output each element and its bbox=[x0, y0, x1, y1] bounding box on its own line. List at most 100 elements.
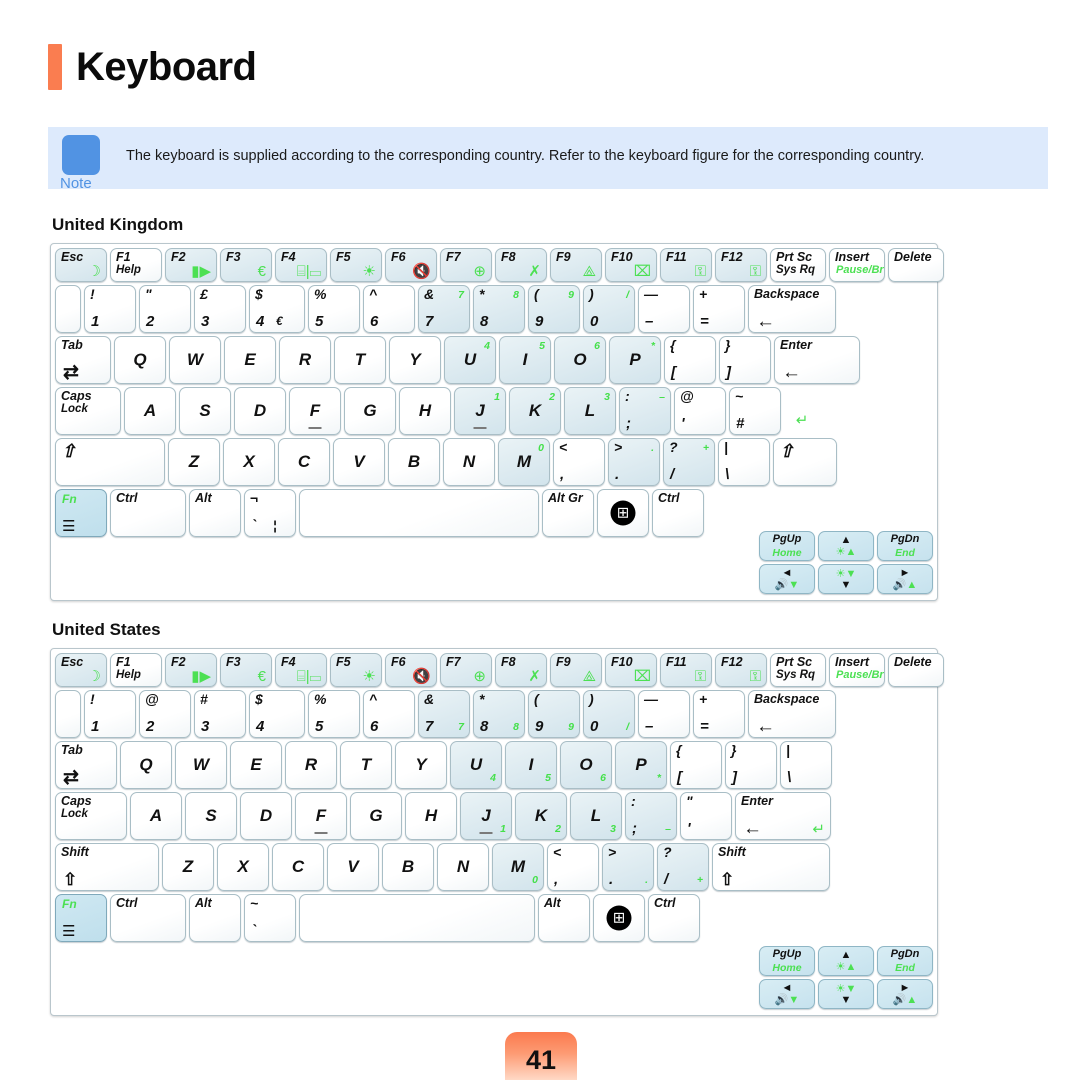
key-f1[interactable]: F1 Help bbox=[110, 248, 162, 282]
key-t[interactable]: T bbox=[334, 336, 386, 384]
key--[interactable]: | \ bbox=[780, 741, 832, 789]
key-space[interactable] bbox=[299, 894, 535, 942]
key-c[interactable]: C bbox=[272, 843, 324, 891]
key-f12[interactable]: F12 ⚿ bbox=[715, 248, 767, 282]
key-u[interactable]: U4 bbox=[444, 336, 496, 384]
key-q[interactable]: Q bbox=[114, 336, 166, 384]
key-insert[interactable]: Insert Pause/Brk bbox=[829, 653, 885, 687]
key-f8[interactable]: F8 ✗ bbox=[495, 248, 547, 282]
key-fn[interactable]: Fn ☰ bbox=[55, 894, 107, 942]
key-f4[interactable]: F4 ⌸|▭ bbox=[275, 653, 327, 687]
key-windows[interactable]: ⊞ bbox=[597, 489, 649, 537]
key-blank[interactable] bbox=[55, 285, 81, 333]
key--[interactable]: " ' bbox=[680, 792, 732, 840]
key-x[interactable]: X bbox=[217, 843, 269, 891]
key-f1[interactable]: F1 Help bbox=[110, 653, 162, 687]
key-f[interactable]: F bbox=[295, 792, 347, 840]
key-z[interactable]: Z bbox=[162, 843, 214, 891]
key--[interactable]: @ ' bbox=[674, 387, 726, 435]
key-f3[interactable]: F3 € bbox=[220, 653, 272, 687]
key-backspace[interactable]: Backspace ← bbox=[748, 285, 836, 333]
key--[interactable]: >.. bbox=[602, 843, 654, 891]
key--[interactable]: @2 bbox=[139, 690, 191, 738]
key--[interactable]: * 8 8 bbox=[473, 690, 525, 738]
key-insert[interactable]: Insert Pause/Brk bbox=[829, 248, 885, 282]
key-d[interactable]: D bbox=[240, 792, 292, 840]
key-a[interactable]: A bbox=[130, 792, 182, 840]
key-g[interactable]: G bbox=[350, 792, 402, 840]
key--[interactable]: ! 1 bbox=[84, 690, 136, 738]
key-u[interactable]: U4 bbox=[450, 741, 502, 789]
key-alt[interactable]: Alt bbox=[189, 489, 241, 537]
key-f2[interactable]: F2 ▮▶ bbox=[165, 653, 217, 687]
key-q[interactable]: Q bbox=[120, 741, 172, 789]
key--[interactable]: ¬ ` ¦ bbox=[244, 489, 296, 537]
key-f9[interactable]: F9 ⟁ bbox=[550, 653, 602, 687]
key-f2[interactable]: F2 ▮▶ bbox=[165, 248, 217, 282]
key--[interactable]: ? / + bbox=[657, 843, 709, 891]
key--[interactable]: — – bbox=[638, 690, 690, 738]
key--[interactable]: " 2 bbox=[139, 285, 191, 333]
key-i[interactable]: I5 bbox=[499, 336, 551, 384]
key-ctrl[interactable]: Ctrl bbox=[110, 894, 186, 942]
key-f10[interactable]: F10 ⌧ bbox=[605, 248, 657, 282]
key-blank[interactable] bbox=[55, 690, 81, 738]
key-m[interactable]: M0 bbox=[492, 843, 544, 891]
key-o[interactable]: O6 bbox=[554, 336, 606, 384]
key--[interactable]: £3 bbox=[194, 285, 246, 333]
key--[interactable]: (9 9 bbox=[528, 690, 580, 738]
key-o[interactable]: O6 bbox=[560, 741, 612, 789]
key-b[interactable]: B bbox=[382, 843, 434, 891]
key--[interactable]: >.. bbox=[608, 438, 660, 486]
key--[interactable]: <, bbox=[553, 438, 605, 486]
key-i[interactable]: I5 bbox=[505, 741, 557, 789]
key-p[interactable]: P * bbox=[615, 741, 667, 789]
key--[interactable]: (9 9 bbox=[528, 285, 580, 333]
key-y[interactable]: Y bbox=[395, 741, 447, 789]
key-j[interactable]: J1 bbox=[460, 792, 512, 840]
key-backspace[interactable]: Backspace ← bbox=[748, 690, 836, 738]
key--[interactable]: <, bbox=[547, 843, 599, 891]
nav-key-pgup[interactable]: PgUp Home bbox=[759, 946, 815, 976]
key-s[interactable]: S bbox=[185, 792, 237, 840]
key--[interactable]: ^ 6 bbox=[363, 690, 415, 738]
key--[interactable]: * 8 8 bbox=[473, 285, 525, 333]
nav-key-arrow-1[interactable]: ▲ ☀▲ bbox=[818, 946, 874, 976]
key-l[interactable]: L3 bbox=[564, 387, 616, 435]
key-h[interactable]: H bbox=[399, 387, 451, 435]
key-delete[interactable]: Delete bbox=[888, 248, 944, 282]
key-x[interactable]: X bbox=[223, 438, 275, 486]
key--[interactable]: — – bbox=[638, 285, 690, 333]
key-esc[interactable]: Esc ☽ bbox=[55, 653, 107, 687]
key-t[interactable]: T bbox=[340, 741, 392, 789]
key-alt-gr[interactable]: Alt Gr bbox=[542, 489, 594, 537]
key-tab[interactable]: Tab ⇄ bbox=[55, 336, 111, 384]
key-caps[interactable]: Lock Caps bbox=[55, 387, 121, 435]
key-alt[interactable]: Alt bbox=[538, 894, 590, 942]
key-n[interactable]: N bbox=[437, 843, 489, 891]
key--[interactable]: ) 0 / bbox=[583, 285, 635, 333]
key-k[interactable]: K2 bbox=[509, 387, 561, 435]
key--[interactable]: :; – bbox=[625, 792, 677, 840]
key-f11[interactable]: F11 ⚿ bbox=[660, 248, 712, 282]
key-v[interactable]: V bbox=[333, 438, 385, 486]
key-z[interactable]: Z bbox=[168, 438, 220, 486]
key-shift[interactable]: ⇧ bbox=[773, 438, 837, 486]
key-f12[interactable]: F12 ⚿ bbox=[715, 653, 767, 687]
key--[interactable]: #3 bbox=[194, 690, 246, 738]
nav-key-arrow-4[interactable]: ☀▼ ▼ bbox=[818, 979, 874, 1009]
key-f5[interactable]: F5 ☀ bbox=[330, 248, 382, 282]
key-alt[interactable]: Alt bbox=[189, 894, 241, 942]
nav-key-arrow-1[interactable]: ▲ ☀▲ bbox=[818, 531, 874, 561]
key--[interactable]: $4 € bbox=[249, 285, 305, 333]
key-r[interactable]: R bbox=[285, 741, 337, 789]
key-f8[interactable]: F8 ✗ bbox=[495, 653, 547, 687]
key--[interactable]: ~ ` bbox=[244, 894, 296, 942]
key-r[interactable]: R bbox=[279, 336, 331, 384]
key-prt-sc[interactable]: Prt Sc Sys Rq bbox=[770, 653, 826, 687]
key-enter[interactable]: Enter ← bbox=[774, 336, 860, 384]
nav-key-arrow-5[interactable]: ► 🔊▲ bbox=[877, 564, 933, 594]
key--[interactable]: ! 1 bbox=[84, 285, 136, 333]
key--[interactable]: ) 0 / bbox=[583, 690, 635, 738]
key-f5[interactable]: F5 ☀ bbox=[330, 653, 382, 687]
